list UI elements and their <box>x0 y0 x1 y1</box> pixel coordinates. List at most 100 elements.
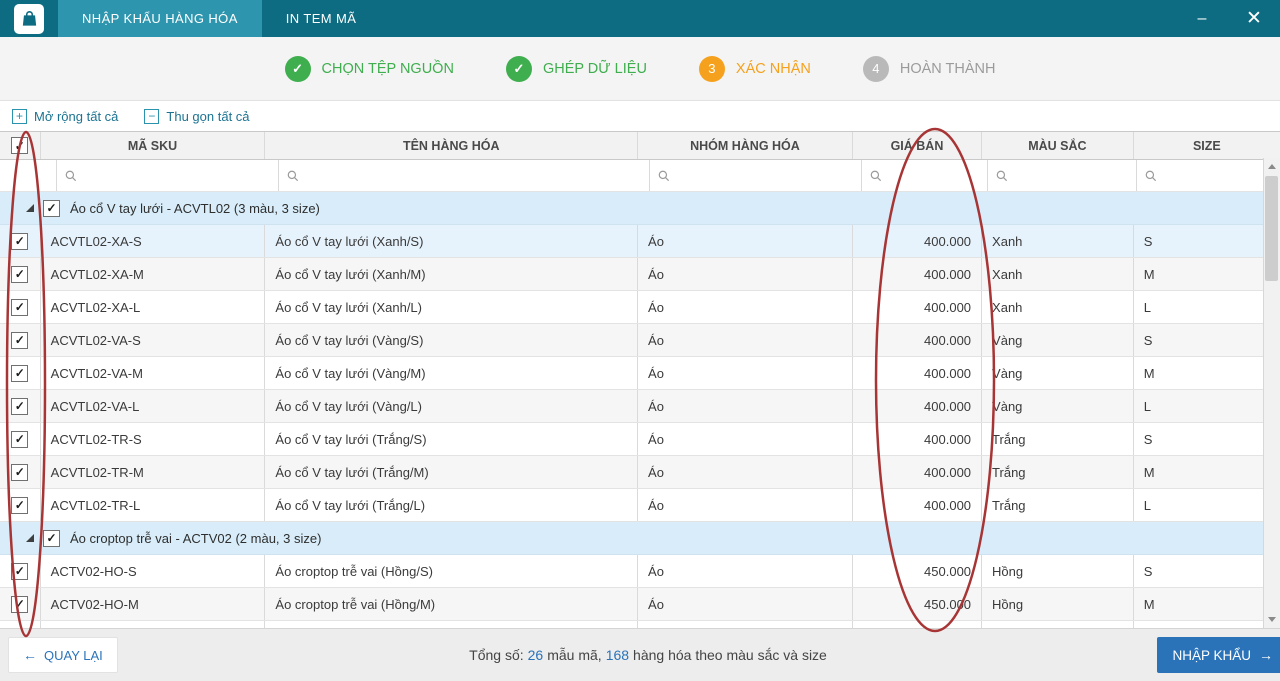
step-label: HOÀN THÀNH <box>899 60 996 77</box>
row-checkbox[interactable] <box>11 430 29 448</box>
table-row[interactable]: ACVTL02-TR-LÁo cổ V tay lưới (Trắng/L)Áo… <box>0 489 1280 522</box>
close-button[interactable]: ✕ <box>1228 0 1280 37</box>
items-label: hàng hóa theo màu sắc và size <box>633 647 827 663</box>
filter-input-sku[interactable] <box>82 160 271 191</box>
import-button[interactable]: NHẬP KHẨU <box>1157 637 1280 673</box>
cell-name: Áo cổ V tay lưới (Trắng/M) <box>265 456 639 488</box>
scroll-up-button[interactable] <box>1264 158 1280 175</box>
tab-nhap-khau-hang-hoa[interactable]: NHẬP KHẨU HÀNG HÓA <box>58 0 262 37</box>
check-icon <box>505 55 532 82</box>
table-row[interactable]: ACVTL02-XA-MÁo cổ V tay lưới (Xanh/M)Áo4… <box>0 258 1280 291</box>
table-row[interactable]: ACTV02-HO-MÁo croptop trễ vai (Hồng/M)Áo… <box>0 588 1280 621</box>
row-checkbox[interactable] <box>11 496 29 514</box>
scroll-down-button[interactable] <box>1264 611 1280 628</box>
cell-color: Xanh <box>982 225 1134 257</box>
search-icon <box>996 170 1008 181</box>
column-header-mau-sac[interactable]: MÀU SẮC <box>982 132 1134 159</box>
cell-color: Xanh <box>982 291 1134 323</box>
cell-checkbox <box>0 225 41 257</box>
vertical-scrollbar[interactable] <box>1263 158 1280 628</box>
scrollbar-thumb[interactable] <box>1265 176 1278 281</box>
collapse-all-link[interactable]: Thu gọn tất cả <box>144 109 250 124</box>
filter-checkbox-cell <box>0 160 57 191</box>
wizard-steps: CHỌN TỆP NGUỒN GHÉP DỮ LIỆU 3 XÁC NHẬN 4… <box>0 37 1280 101</box>
table-toolbar: Mở rộng tất cả Thu gọn tất cả <box>0 101 1280 132</box>
footer-bar: QUAY LẠI Tổng số: 26 mẫu mã, 168 hàng hó… <box>0 628 1280 681</box>
group-row[interactable]: Áo croptop trễ vai - ACTV02 (2 màu, 3 si… <box>0 522 1280 555</box>
cell-sku: ACTV02-HO-M <box>41 588 266 620</box>
group-row[interactable]: Áo cổ V tay lưới - ACVTL02 (3 màu, 3 siz… <box>0 192 1280 225</box>
step-label: CHỌN TỆP NGUỒN <box>321 60 454 77</box>
app-window: NHẬP KHẨU HÀNG HÓA IN TEM MÃ – ✕ CHỌN TỆ… <box>0 0 1280 681</box>
minimize-button[interactable]: – <box>1176 0 1228 37</box>
column-header-size[interactable]: SIZE <box>1134 132 1280 159</box>
expand-all-link[interactable]: Mở rộng tất cả <box>12 109 118 124</box>
column-header-ten-hang-hoa[interactable]: TÊN HÀNG HÓA <box>265 132 639 159</box>
cell-price: 450.000 <box>853 555 983 587</box>
tab-label: IN TEM MÃ <box>285 11 357 26</box>
cell-name: Áo cổ V tay lưới (Xanh/S) <box>265 225 639 257</box>
cell-size: M <box>1143 266 1155 282</box>
group-checkbox[interactable] <box>43 199 60 217</box>
cell-checkbox <box>0 456 41 488</box>
group-expander-icon[interactable] <box>26 534 34 542</box>
group-expander-icon[interactable] <box>26 204 34 212</box>
cell-sku: ACTV02-HO-S <box>41 555 266 587</box>
table-row[interactable]: ACTV02-HO-SÁo croptop trễ vai (Hồng/S)Áo… <box>0 555 1280 588</box>
cell-price: 400.000 <box>853 357 983 389</box>
filter-input-mau[interactable] <box>1014 160 1128 191</box>
models-label: mẫu mã, <box>547 647 602 663</box>
table-row[interactable]: ACVTL02-TR-SÁo cổ V tay lưới (Trắng/S)Áo… <box>0 423 1280 456</box>
column-header-ma-sku[interactable]: MÃ SKU <box>41 132 266 159</box>
cell-color: Vàng <box>982 357 1134 389</box>
window-controls: – ✕ <box>1176 0 1280 37</box>
step-number-badge: 4 <box>862 55 889 82</box>
back-button[interactable]: QUAY LẠI <box>8 637 118 673</box>
select-all-checkbox[interactable] <box>11 137 29 154</box>
row-checkbox[interactable] <box>11 331 29 349</box>
table-row[interactable]: ACVTL02-VA-SÁo cổ V tay lưới (Vàng/S)Áo4… <box>0 324 1280 357</box>
cell-name: Áo cổ V tay lưới (Trắng/L) <box>265 489 639 521</box>
table-row[interactable]: ACVTL02-VA-LÁo cổ V tay lưới (Vàng/L)Áo4… <box>0 390 1280 423</box>
cell-sku: ACVTL02-XA-S <box>41 225 266 257</box>
filter-input-gia[interactable] <box>888 160 980 191</box>
table-row[interactable]: ACVTL02-XA-LÁo cổ V tay lưới (Xanh/L)Áo4… <box>0 291 1280 324</box>
table-row[interactable]: ACVTL02-TR-MÁo cổ V tay lưới (Trắng/M)Áo… <box>0 456 1280 489</box>
titlebar: NHẬP KHẨU HÀNG HÓA IN TEM MÃ – ✕ <box>0 0 1280 37</box>
tab-label: NHẬP KHẨU HÀNG HÓA <box>82 11 238 26</box>
cell-group: Áo <box>638 225 853 257</box>
cell-sku: ACVTL02-TR-L <box>41 489 266 521</box>
group-checkbox[interactable] <box>43 529 60 547</box>
cell-color: Vàng <box>982 324 1134 356</box>
tab-in-tem-ma[interactable]: IN TEM MÃ <box>262 0 381 37</box>
row-checkbox[interactable] <box>11 463 29 481</box>
table-row[interactable]: ACVTL02-VA-MÁo cổ V tay lưới (Vàng/M)Áo4… <box>0 357 1280 390</box>
filter-cell-nhom <box>650 160 863 191</box>
cell-name: Áo cổ V tay lưới (Vàng/L) <box>265 390 639 422</box>
cell-group: Áo <box>638 357 853 389</box>
expand-icon <box>12 109 27 124</box>
cell-price: 400.000 <box>853 390 983 422</box>
row-checkbox[interactable] <box>11 562 29 580</box>
cell-name: Áo cổ V tay lưới (Xanh/M) <box>265 258 639 290</box>
models-count: 26 <box>527 647 544 663</box>
cell-sku: ACVTL02-XA-L <box>41 291 266 323</box>
row-checkbox[interactable] <box>11 298 29 316</box>
group-label: Áo croptop trễ vai - ACTV02 (2 màu, 3 si… <box>70 530 322 546</box>
column-header-gia-ban[interactable]: GIÁ BÁN <box>853 132 983 159</box>
table-row[interactable]: ACVTL02-XA-SÁo cổ V tay lưới (Xanh/S)Áo4… <box>0 225 1280 258</box>
cell-color: Trắng <box>982 489 1134 521</box>
filter-input-size[interactable] <box>1162 160 1272 191</box>
column-header-nhom-hang-hoa[interactable]: NHÓM HÀNG HÓA <box>638 132 853 159</box>
row-checkbox[interactable] <box>11 397 29 415</box>
cell-color: Hồng <box>982 588 1134 620</box>
row-checkbox[interactable] <box>11 364 29 382</box>
row-checkbox[interactable] <box>11 265 29 283</box>
cell-sku: ACVTL02-TR-S <box>41 423 266 455</box>
filter-input-ten[interactable] <box>305 160 642 191</box>
row-checkbox[interactable] <box>11 232 29 250</box>
filter-input-nhom[interactable] <box>676 160 854 191</box>
cell-group: Áo <box>638 423 853 455</box>
row-checkbox[interactable] <box>11 595 29 613</box>
step-chon-tep-nguon: CHỌN TỆP NGUỒN <box>284 55 454 82</box>
